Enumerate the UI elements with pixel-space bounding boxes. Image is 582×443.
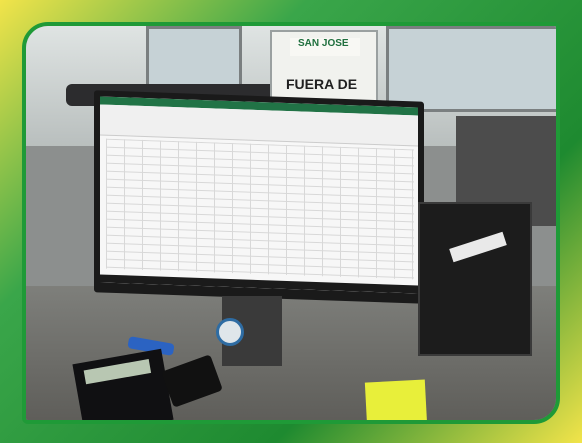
calculator-screen xyxy=(83,359,152,385)
pc-label xyxy=(449,231,507,263)
sign-logo-text: SAN JOSE xyxy=(298,38,349,49)
sign-main-text: FUERA DE xyxy=(286,76,358,92)
window-right xyxy=(386,26,556,112)
pc-tower xyxy=(418,202,532,356)
photo-frame: SAN JOSE FUERA DE xyxy=(0,0,582,443)
spreadsheet-grid xyxy=(106,138,414,280)
monitor xyxy=(94,90,424,304)
sticky-note xyxy=(364,379,428,420)
screen xyxy=(100,96,418,294)
tape-roll xyxy=(216,318,244,346)
office-photo: SAN JOSE FUERA DE xyxy=(22,22,560,424)
